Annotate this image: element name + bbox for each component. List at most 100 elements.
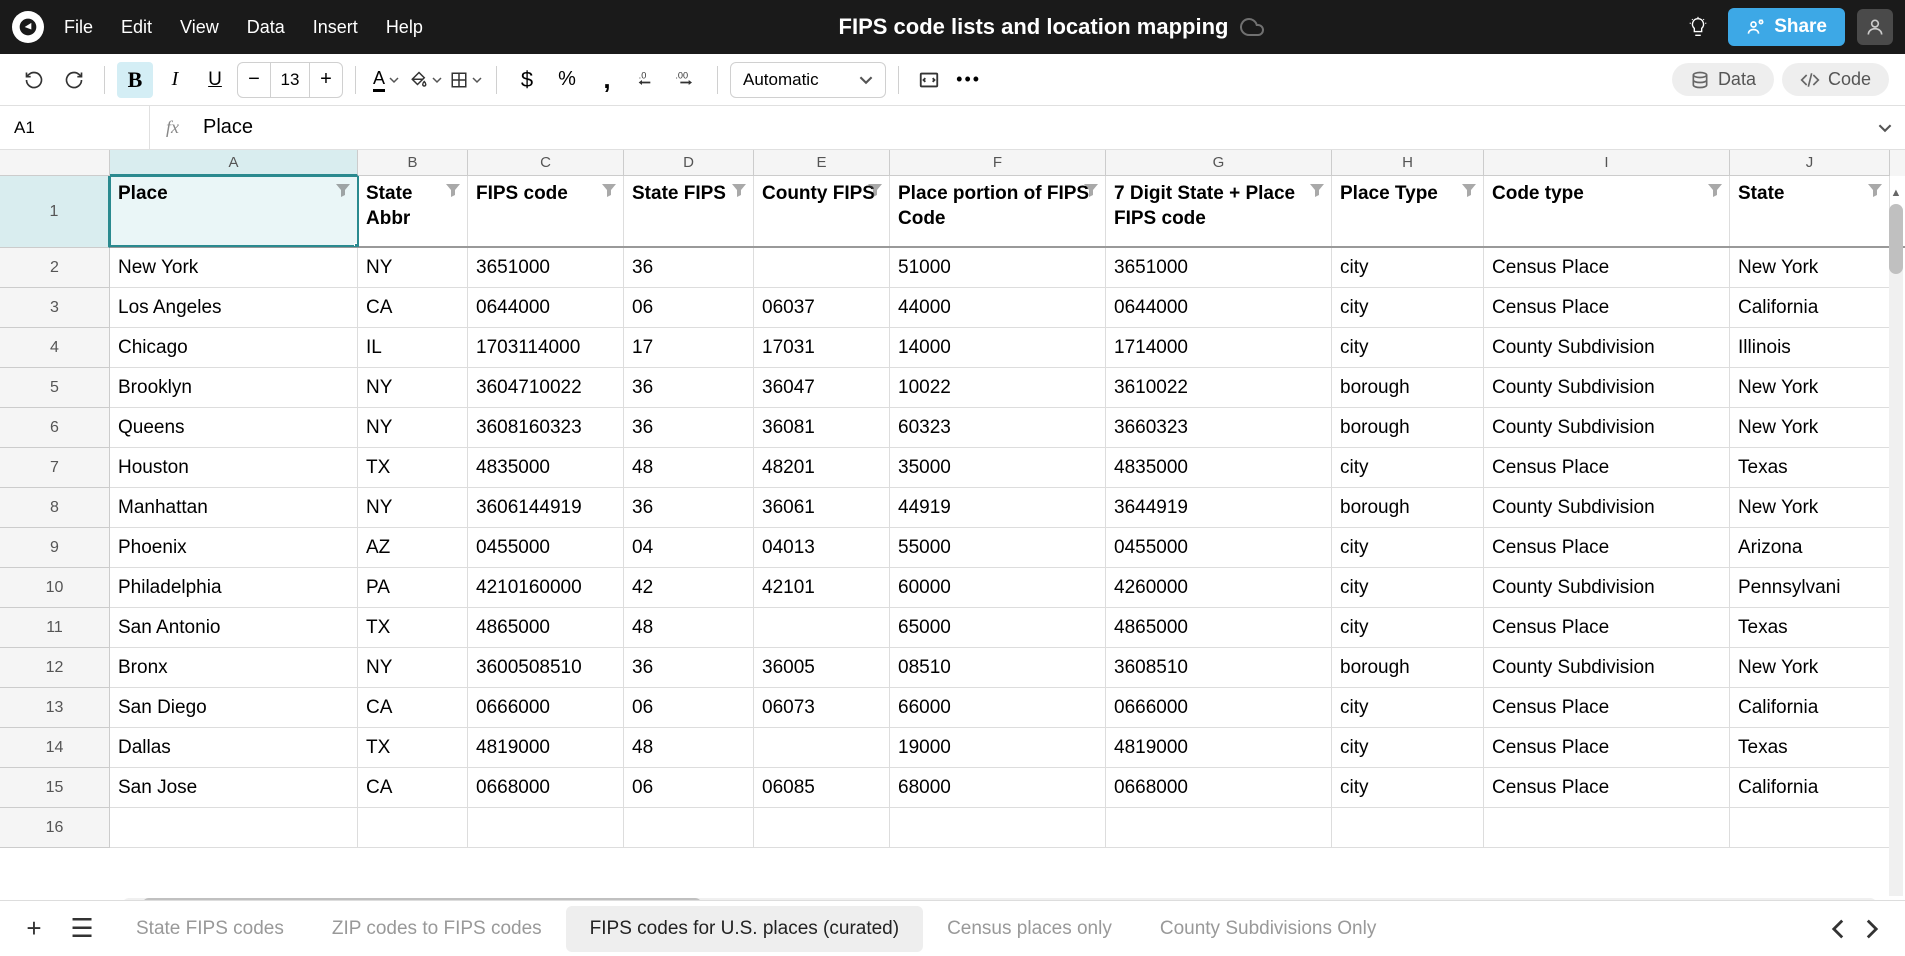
cell-C2[interactable]: 3651000 xyxy=(468,248,624,288)
cell-I3[interactable]: Census Place xyxy=(1484,288,1730,328)
undo-button[interactable] xyxy=(16,62,52,98)
cell-A14[interactable]: Dallas xyxy=(110,728,358,768)
cell-I2[interactable]: Census Place xyxy=(1484,248,1730,288)
cell-E15[interactable]: 06085 xyxy=(754,768,890,808)
cell-J10[interactable]: Pennsylvani xyxy=(1730,568,1890,608)
column-header-F[interactable]: F xyxy=(890,150,1106,176)
cell-A8[interactable]: Manhattan xyxy=(110,488,358,528)
cell-D11[interactable]: 48 xyxy=(624,608,754,648)
cell-G13[interactable]: 0666000 xyxy=(1106,688,1332,728)
row-header-11[interactable]: 11 xyxy=(0,608,110,648)
cell-E4[interactable]: 17031 xyxy=(754,328,890,368)
cell-E13[interactable]: 06073 xyxy=(754,688,890,728)
italic-button[interactable]: I xyxy=(157,62,193,98)
cell-E11[interactable] xyxy=(754,608,890,648)
sheet-nav-prev[interactable] xyxy=(1831,919,1845,939)
increase-decimal-button[interactable]: .00 xyxy=(669,62,705,98)
cell-I12[interactable]: County Subdivision xyxy=(1484,648,1730,688)
cell-C6[interactable]: 3608160323 xyxy=(468,408,624,448)
cell-E9[interactable]: 04013 xyxy=(754,528,890,568)
cell-B4[interactable]: IL xyxy=(358,328,468,368)
cell-B11[interactable]: TX xyxy=(358,608,468,648)
header-cell-C[interactable]: FIPS code xyxy=(468,176,624,246)
app-logo[interactable] xyxy=(12,11,44,43)
document-title[interactable]: FIPS code lists and location mapping xyxy=(423,14,1680,40)
cell-C9[interactable]: 0455000 xyxy=(468,528,624,568)
decrease-decimal-button[interactable]: .0 xyxy=(629,62,665,98)
cell-C14[interactable]: 4819000 xyxy=(468,728,624,768)
cell-G16[interactable] xyxy=(1106,808,1332,848)
cell-H15[interactable]: city xyxy=(1332,768,1484,808)
cell-H3[interactable]: city xyxy=(1332,288,1484,328)
row-header-5[interactable]: 5 xyxy=(0,368,110,408)
cell-H4[interactable]: city xyxy=(1332,328,1484,368)
cells-area[interactable]: PlaceState AbbrFIPS codeState FIPSCounty… xyxy=(110,176,1905,896)
cell-F14[interactable]: 19000 xyxy=(890,728,1106,768)
row-header-12[interactable]: 12 xyxy=(0,648,110,688)
data-panel-button[interactable]: Data xyxy=(1672,63,1774,96)
add-sheet-button[interactable]: + xyxy=(16,911,52,947)
font-size-increase[interactable]: + xyxy=(310,63,342,97)
cell-D13[interactable]: 06 xyxy=(624,688,754,728)
cell-H8[interactable]: borough xyxy=(1332,488,1484,528)
cell-H13[interactable]: city xyxy=(1332,688,1484,728)
cell-C11[interactable]: 4865000 xyxy=(468,608,624,648)
row-header-8[interactable]: 8 xyxy=(0,488,110,528)
cell-C4[interactable]: 1703114000 xyxy=(468,328,624,368)
cell-A6[interactable]: Queens xyxy=(110,408,358,448)
cell-I7[interactable]: Census Place xyxy=(1484,448,1730,488)
code-snippet-button[interactable] xyxy=(911,62,947,98)
code-panel-button[interactable]: Code xyxy=(1782,63,1889,96)
cell-A5[interactable]: Brooklyn xyxy=(110,368,358,408)
cell-C5[interactable]: 3604710022 xyxy=(468,368,624,408)
row-header-2[interactable]: 2 xyxy=(0,248,110,288)
cell-J7[interactable]: Texas xyxy=(1730,448,1890,488)
menu-edit[interactable]: Edit xyxy=(121,17,152,38)
underline-button[interactable]: U xyxy=(197,62,233,98)
row-header-14[interactable]: 14 xyxy=(0,728,110,768)
cell-B2[interactable]: NY xyxy=(358,248,468,288)
header-cell-A[interactable]: Place xyxy=(110,176,358,246)
cell-J12[interactable]: New York xyxy=(1730,648,1890,688)
header-cell-F[interactable]: Place portion of FIPS Code xyxy=(890,176,1106,246)
cell-E12[interactable]: 36005 xyxy=(754,648,890,688)
column-header-A[interactable]: A xyxy=(110,150,358,176)
cell-J14[interactable]: Texas xyxy=(1730,728,1890,768)
text-color-button[interactable]: A xyxy=(368,62,404,98)
header-cell-D[interactable]: State FIPS xyxy=(624,176,754,246)
more-options-button[interactable]: ••• xyxy=(951,62,987,98)
cell-F5[interactable]: 10022 xyxy=(890,368,1106,408)
cell-A7[interactable]: Houston xyxy=(110,448,358,488)
scroll-left-icon[interactable]: ◀ xyxy=(110,899,118,901)
cell-I6[interactable]: County Subdivision xyxy=(1484,408,1730,448)
cell-A11[interactable]: San Antonio xyxy=(110,608,358,648)
cell-C15[interactable]: 0668000 xyxy=(468,768,624,808)
cell-G14[interactable]: 4819000 xyxy=(1106,728,1332,768)
cell-J15[interactable]: California xyxy=(1730,768,1890,808)
cell-C10[interactable]: 4210160000 xyxy=(468,568,624,608)
row-header-15[interactable]: 15 xyxy=(0,768,110,808)
cell-C16[interactable] xyxy=(468,808,624,848)
cell-H6[interactable]: borough xyxy=(1332,408,1484,448)
menu-help[interactable]: Help xyxy=(386,17,423,38)
user-icon[interactable] xyxy=(1857,9,1893,45)
menu-view[interactable]: View xyxy=(180,17,219,38)
cell-F12[interactable]: 08510 xyxy=(890,648,1106,688)
cell-D8[interactable]: 36 xyxy=(624,488,754,528)
cell-A2[interactable]: New York xyxy=(110,248,358,288)
cell-C3[interactable]: 0644000 xyxy=(468,288,624,328)
cell-H7[interactable]: city xyxy=(1332,448,1484,488)
borders-button[interactable] xyxy=(448,62,484,98)
cell-D6[interactable]: 36 xyxy=(624,408,754,448)
cell-F11[interactable]: 65000 xyxy=(890,608,1106,648)
cell-D7[interactable]: 48 xyxy=(624,448,754,488)
cell-B15[interactable]: CA xyxy=(358,768,468,808)
cell-I5[interactable]: County Subdivision xyxy=(1484,368,1730,408)
cell-D2[interactable]: 36 xyxy=(624,248,754,288)
cell-J2[interactable]: New York xyxy=(1730,248,1890,288)
row-header-1[interactable]: 1 xyxy=(0,176,110,248)
cell-F4[interactable]: 14000 xyxy=(890,328,1106,368)
cell-B7[interactable]: TX xyxy=(358,448,468,488)
cell-G12[interactable]: 3608510 xyxy=(1106,648,1332,688)
cell-I4[interactable]: County Subdivision xyxy=(1484,328,1730,368)
